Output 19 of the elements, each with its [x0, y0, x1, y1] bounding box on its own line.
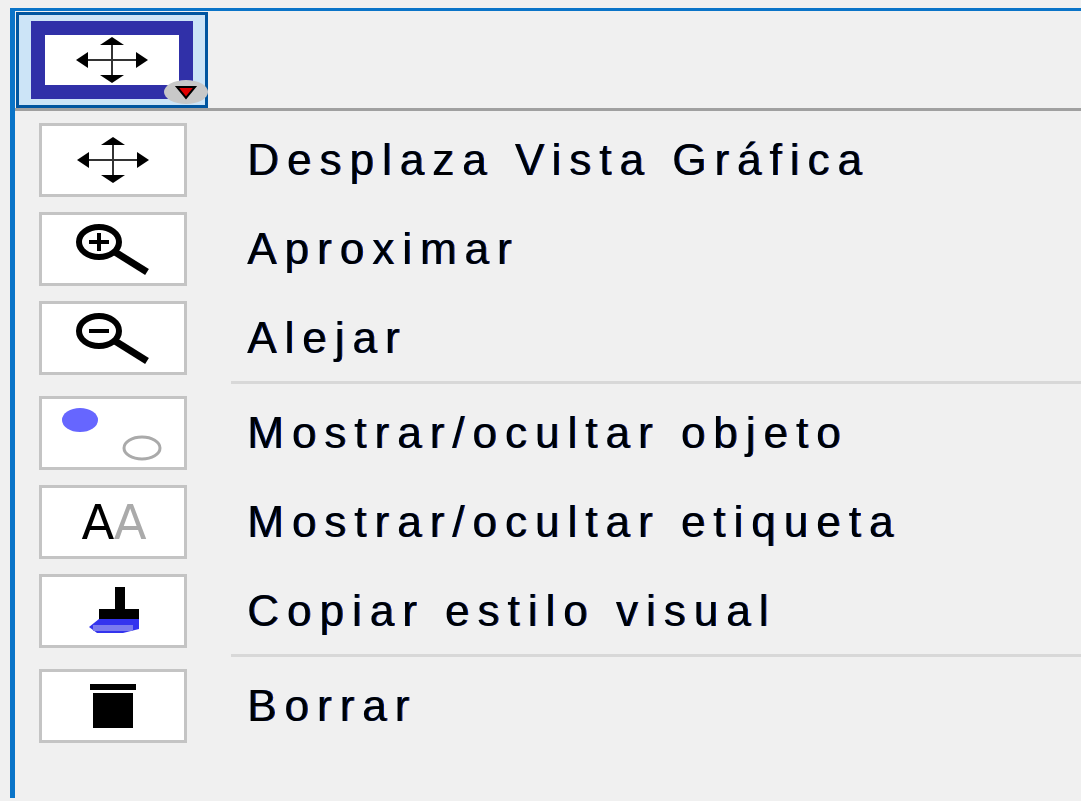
menu-item[interactable]: Mostrar/ocultar etiqueta: [247, 497, 902, 547]
letters-icon: AA: [81, 498, 145, 546]
caret-icon[interactable]: [163, 79, 209, 105]
move-icon: [74, 36, 150, 84]
move-tool-button[interactable]: [16, 12, 208, 108]
move-icon: [75, 136, 151, 184]
menu-item[interactable]: Mostrar/ocultar objeto: [247, 408, 849, 458]
menu-item[interactable]: Alejar: [247, 313, 408, 363]
tool-icon-box[interactable]: [39, 574, 187, 648]
tool-icon-box[interactable]: [39, 669, 187, 743]
trash-icon: [88, 684, 138, 728]
menu-item[interactable]: Borrar: [247, 681, 418, 731]
menu-item[interactable]: Copiar estilo visual: [247, 586, 777, 636]
tool-icon-box[interactable]: [39, 301, 187, 375]
menu-item[interactable]: Desplaza Vista Gráfica: [247, 135, 870, 185]
tool-icon-box[interactable]: AA: [39, 485, 187, 559]
tool-icon-box[interactable]: [39, 123, 187, 197]
tool-icon-box[interactable]: [39, 212, 187, 286]
menu-item[interactable]: Aproximar: [247, 224, 520, 274]
